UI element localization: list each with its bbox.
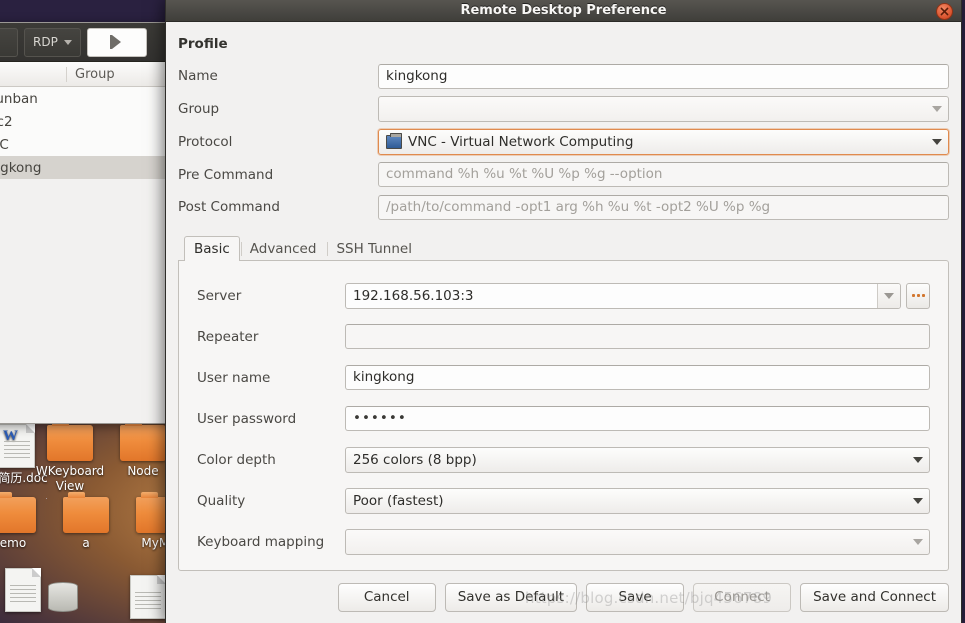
chevron-down-icon [932,106,942,113]
desktop-icon-label: Node [127,464,159,478]
field-row-color-depth: Color depth 256 colors (8 bpp) [197,439,930,480]
dialog-titlebar: Remote Desktop Preference [166,0,961,22]
tab-basic[interactable]: Basic [184,236,240,262]
protocol-combo[interactable]: VNC - Virtual Network Computing [378,128,949,155]
dialog-title: Remote Desktop Preference [460,3,667,18]
tab-strip: Basic Advanced SSH Tunnel [178,236,949,262]
name-label: Name [178,68,218,85]
ellipsis-icon [911,294,915,298]
post-command-label: Post Command [178,199,280,216]
list-item-label: kingkong [0,159,42,176]
connect-button[interactable]: Connect [693,582,792,612]
chevron-down-icon [913,538,923,545]
save-and-connect-button[interactable]: Save and Connect [800,582,949,612]
cancel-button[interactable]: Cancel [337,582,436,612]
screen-root: W 级简历.doc WKeyboard View Node emo a MyMa [0,0,965,623]
color-depth-value: 256 colors (8 bpp) [353,451,477,468]
desktop-icon-label: a [82,536,90,550]
list-item-label: vnc2 [0,113,13,130]
keyboard-mapping-label: Keyboard mapping [197,533,325,550]
server-input[interactable] [346,283,877,308]
dialog-body: Profile Name Group Pro [166,22,961,571]
monitor-icon [386,132,402,149]
group-label: Group [178,101,220,118]
post-command-input[interactable] [378,194,949,220]
protocol-selector-label: RDP [33,35,58,49]
save-as-default-button[interactable]: Save as Default [444,582,578,612]
chevron-down-icon [63,39,72,45]
field-row-repeater: Repeater [197,316,930,357]
desktop-icon-a[interactable]: a [51,492,121,551]
filter-toggle-button[interactable] [86,27,147,57]
dialog-action-bar: Cancel Save as Default Save Connect Save… [166,571,961,623]
server-label: Server [197,287,242,304]
folder-icon [120,420,166,461]
column-header-name[interactable]: Name [0,66,67,82]
database-icon [48,578,78,612]
save-button[interactable]: Save [586,582,685,612]
desktop-icon-label: emo [0,536,27,550]
chevron-down-icon [932,138,942,145]
folder-icon [0,492,36,533]
repeater-input[interactable] [345,324,930,350]
color-depth-combo[interactable]: 256 colors (8 bpp) [345,446,930,473]
ellipsis-icon [916,294,920,298]
field-row-name: Name [178,60,949,93]
repeater-label: Repeater [197,328,259,345]
user-name-label: User name [197,369,271,386]
chevron-down-icon [884,292,894,299]
document-icon [130,575,166,619]
remote-desktop-preference-dialog: Remote Desktop Preference Profile Name G… [165,0,962,623]
close-icon[interactable] [936,3,953,20]
chevron-down-icon [913,497,923,504]
protocol-value: VNC - Virtual Network Computing [408,133,634,150]
server-dropdown-button[interactable] [877,283,900,308]
desktop-icon-label: WKeyboard View [35,464,105,493]
settings-notebook: Basic Advanced SSH Tunnel Server 192.168… [178,236,949,571]
pre-command-label: Pre Command [178,166,274,183]
tab-advanced[interactable]: Advanced [240,237,327,260]
field-row-post-command: Post Command [178,191,949,224]
name-input[interactable] [378,63,949,89]
server-entry-combo[interactable] [345,282,901,309]
desktop-icon-emo[interactable]: emo [0,492,48,551]
list-item-label: VNC [0,136,9,153]
color-depth-label: Color depth [197,451,276,468]
group-combo[interactable] [378,96,949,123]
user-password-label: User password [197,410,297,427]
tab-panel-basic: Server 192.168.56.103:3 Repeater User na… [178,260,949,571]
user-password-input[interactable] [345,406,930,432]
new-connection-button[interactable] [0,27,18,57]
quality-value: Poor (fastest) [353,492,444,509]
quality-combo[interactable]: Poor (fastest) [345,487,930,514]
user-name-input[interactable] [345,365,930,391]
field-row-pre-command: Pre Command [178,158,949,191]
profile-section-title: Profile [178,36,228,52]
desktop-icon-db-cylinder[interactable] [28,578,98,612]
chevron-down-icon [913,456,923,463]
field-row-group: Group [178,93,949,126]
folder-icon [47,420,93,461]
tab-ssh-tunnel[interactable]: SSH Tunnel [326,237,422,260]
field-row-quality: Quality Poor (fastest) [197,480,930,521]
funnel-icon [110,35,122,49]
field-row-user-name: User name [197,357,930,398]
desktop-icon-wkeyboard-view[interactable]: WKeyboard View [35,420,105,494]
field-row-protocol: Protocol VNC - Virtual Network Computing [178,125,949,158]
quality-label: Quality [197,492,246,509]
folder-icon [63,492,109,533]
protocol-label: Protocol [178,133,233,150]
protocol-selector-button[interactable]: RDP [24,27,81,57]
field-row-keyboard-mapping: Keyboard mapping [197,521,930,562]
keyboard-mapping-combo[interactable] [345,528,930,555]
ellipsis-icon [921,294,925,298]
pre-command-input[interactable] [378,162,949,188]
field-row-server: Server [197,275,930,316]
list-item-label: kyunban [0,90,38,107]
field-row-user-password: User password [197,398,930,439]
word-document-icon: W [0,424,35,468]
server-browse-button[interactable] [906,282,930,309]
